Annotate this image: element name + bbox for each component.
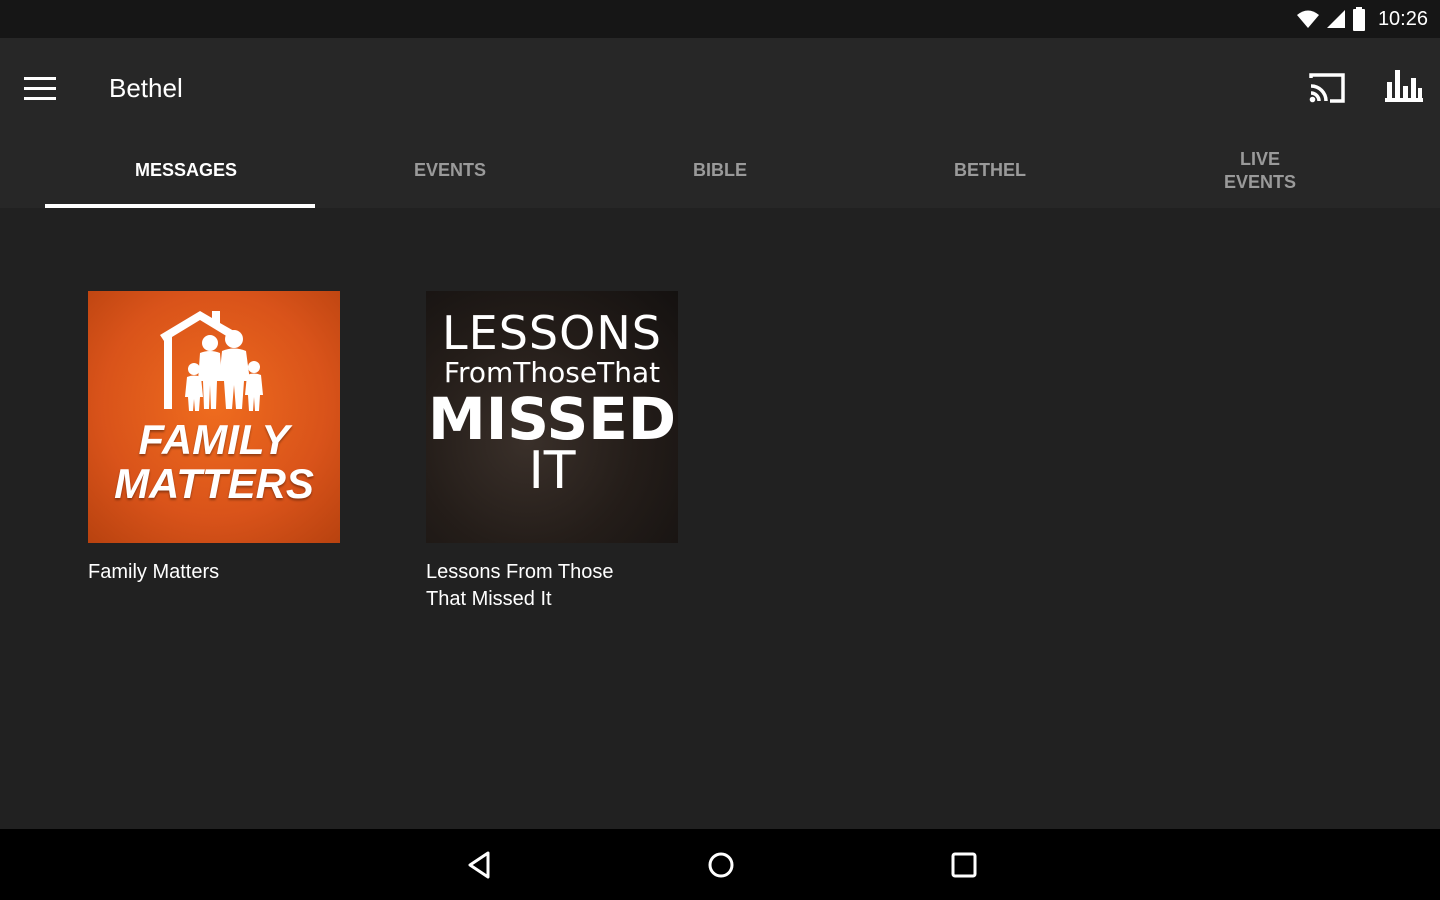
tab-messages[interactable]: MESSAGES: [45, 133, 315, 208]
tab-events[interactable]: EVENTS: [315, 133, 585, 208]
series-card-family-matters[interactable]: FAMILY MATTERS Family Matters: [88, 291, 342, 586]
status-bar: 10:26: [0, 0, 1440, 38]
stats-icon[interactable]: [1384, 68, 1424, 106]
tab-label: BIBLE: [693, 160, 747, 180]
menu-icon[interactable]: [24, 72, 64, 104]
series-artwork: LESSONS FromThoseThat MISSED IT: [426, 291, 678, 543]
app-bar: Bethel MESSAGES EVENTS BIBLE BETHEL LIVE…: [0, 38, 1440, 208]
status-time: 10:26: [1377, 7, 1428, 30]
tab-bible[interactable]: BIBLE: [585, 133, 855, 208]
series-grid: FAMILY MATTERS Family Matters LESSONS Fr…: [0, 208, 1440, 829]
back-icon[interactable]: [462, 847, 498, 883]
tab-live-events[interactable]: LIVE EVENTS: [1125, 133, 1395, 208]
system-nav-bar: [0, 829, 1440, 900]
series-card-lessons[interactable]: LESSONS FromThoseThat MISSED IT Lessons …: [426, 291, 680, 613]
wifi-icon: [1296, 10, 1319, 28]
artwork-text: MATTERS: [114, 460, 314, 507]
series-title: Lessons From Those That Missed It: [426, 561, 614, 610]
tab-label: BETHEL: [954, 160, 1026, 180]
tab-bar: MESSAGES EVENTS BIBLE BETHEL LIVE EVENTS: [45, 133, 1395, 208]
tab-label: EVENTS: [413, 160, 487, 180]
cell-signal-icon: [1326, 10, 1345, 28]
recent-apps-icon[interactable]: [946, 847, 982, 883]
artwork-text: IT: [528, 441, 576, 501]
cast-icon[interactable]: [1306, 70, 1348, 106]
status-icons: 10:26: [1296, 6, 1428, 32]
artwork-text: LESSONS: [442, 306, 662, 360]
artwork-text: FAMILY: [138, 416, 290, 463]
tab-label: MESSAGES: [135, 160, 238, 180]
family-house-icon: [160, 311, 263, 411]
tab-bethel[interactable]: BETHEL: [855, 133, 1125, 208]
series-title: Family Matters: [88, 561, 220, 583]
home-icon[interactable]: [703, 847, 739, 883]
app-title: Bethel: [109, 73, 183, 103]
tab-label: LIVE EVENTS: [1223, 148, 1297, 192]
series-artwork: FAMILY MATTERS: [88, 291, 340, 543]
battery-icon: [1352, 7, 1365, 31]
